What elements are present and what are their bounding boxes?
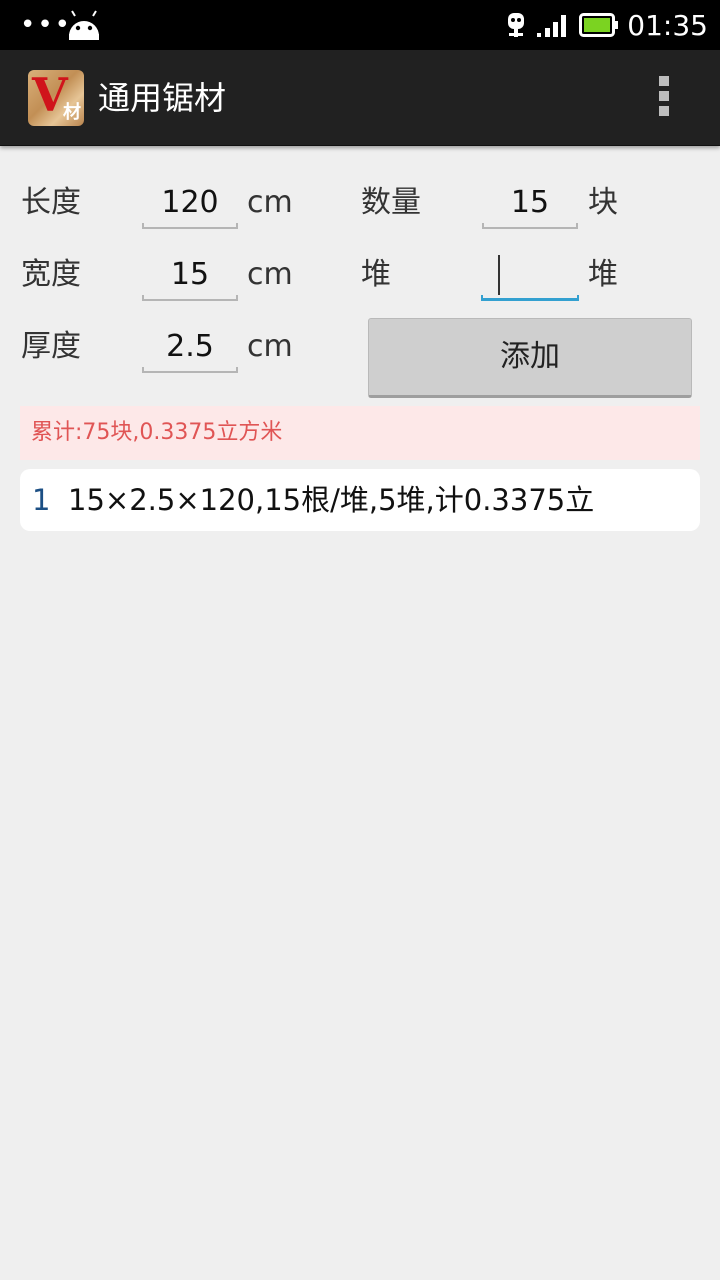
status-time: 01:35: [627, 8, 708, 42]
width-label: 宽度: [21, 257, 81, 292]
piles-input[interactable]: [481, 255, 579, 301]
app-logo-icon[interactable]: V 材: [28, 70, 84, 126]
width-unit: cm: [247, 257, 293, 292]
length-label: 长度: [21, 185, 81, 220]
quantity-unit: 块: [588, 185, 618, 220]
add-button[interactable]: 添加: [368, 318, 692, 398]
status-bar: ••• 01:35: [0, 0, 720, 50]
length-value: 120: [161, 185, 219, 220]
width-input[interactable]: 15: [142, 255, 238, 301]
thickness-input[interactable]: 2.5: [142, 327, 238, 373]
length-unit: cm: [247, 185, 293, 220]
list-item[interactable]: 1 15×2.5×120,15根/堆,5堆,计0.3375立: [20, 469, 700, 531]
quantity-label: 数量: [361, 185, 421, 220]
thickness-value: 2.5: [166, 329, 214, 364]
logo-sub: 材: [63, 102, 81, 123]
quantity-value: 15: [510, 185, 550, 220]
signal-icon: [537, 15, 567, 37]
piles-label: 堆: [361, 257, 391, 292]
length-input[interactable]: 120: [142, 183, 238, 229]
thickness-label: 厚度: [21, 329, 81, 364]
android-icon: [69, 10, 99, 40]
list-item-text: 15×2.5×120,15根/堆,5堆,计0.3375立: [68, 483, 595, 517]
battery-icon: [579, 13, 619, 37]
piles-unit: 堆: [588, 257, 618, 292]
action-bar: V 材 通用锯材: [0, 50, 720, 146]
overflow-menu-icon[interactable]: [656, 76, 672, 120]
list-item-index: 1: [32, 483, 51, 517]
page-title: 通用锯材: [98, 79, 227, 117]
usb-debug-icon: [508, 13, 525, 37]
thickness-unit: cm: [247, 329, 293, 364]
summary-banner: 累计:75块,0.3375立方米: [20, 406, 700, 460]
width-value: 15: [170, 257, 210, 292]
notification-dots-icon: •••: [20, 10, 73, 40]
text-cursor: [498, 255, 500, 295]
quantity-input[interactable]: 15: [482, 183, 578, 229]
